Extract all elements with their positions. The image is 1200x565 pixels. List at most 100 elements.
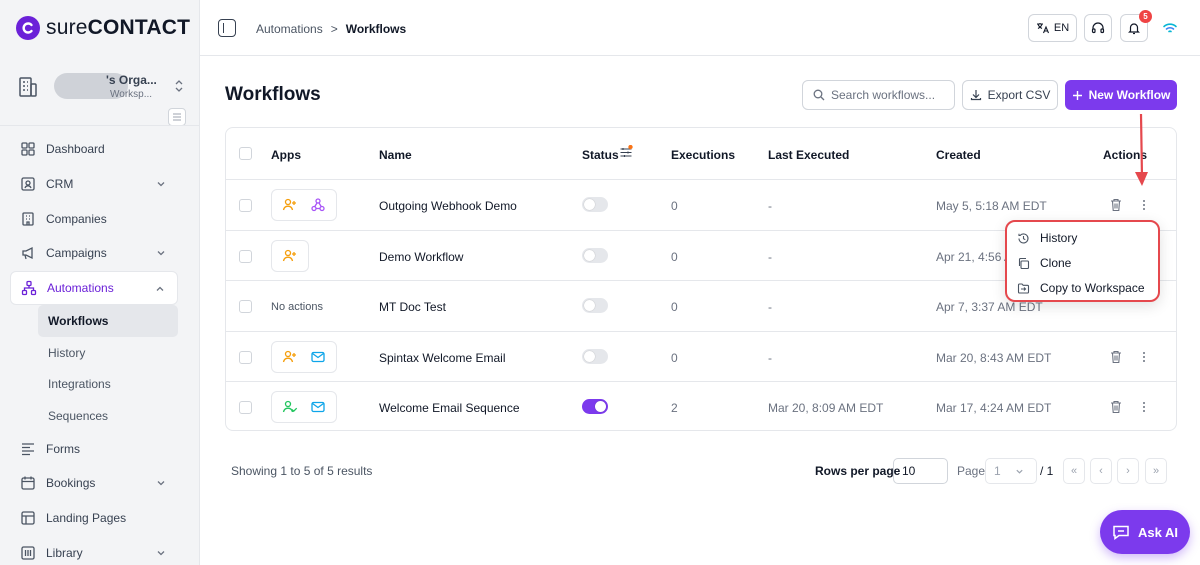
sidebar-subitem-sequences[interactable]: Sequences [38,400,178,432]
no-actions-label: No actions [271,301,323,313]
menu-item-copy-to-workspace[interactable]: Copy to Workspace [1017,278,1145,298]
chevron-updown-icon [174,79,184,96]
column-header-executions[interactable]: Executions [671,148,735,162]
sidebar-subitem-integrations[interactable]: Integrations [38,368,178,400]
sidebar-item-automations[interactable]: Automations [10,270,178,306]
breadcrumb-parent[interactable]: Automations [256,22,323,36]
trash-icon[interactable] [1110,198,1122,212]
building-icon [22,212,34,226]
previous-page-button[interactable]: ‹ [1090,458,1112,484]
sidebar-item-label: Library [46,545,83,560]
more-actions-icon[interactable] [1140,348,1148,366]
column-header-last-executed[interactable]: Last Executed [768,148,849,162]
new-workflow-button[interactable]: New Workflow [1065,80,1177,110]
sidebar-item-library[interactable]: Library [10,536,178,565]
bell-icon [1128,23,1140,35]
breadcrumb: Automations > Workflows [256,22,406,36]
last-executed: - [768,249,772,264]
created-date: Apr 21, 4:56 A [936,249,1013,264]
filter-icon[interactable] [619,144,633,162]
trash-icon[interactable] [1110,400,1122,414]
workflow-name[interactable]: MT Doc Test [379,300,446,314]
more-actions-icon[interactable] [1140,398,1148,416]
menu-item-history[interactable]: History [1017,228,1077,248]
megaphone-icon [22,247,33,260]
sidebar-item-label: Bookings [46,476,96,491]
wifi-icon[interactable] [1162,20,1178,39]
sidebar-item-forms[interactable]: Forms [10,431,178,466]
sidebar-subitem-history[interactable]: History [38,337,178,369]
sidebar-divider [0,125,200,126]
last-executed: - [768,300,772,314]
status-toggle[interactable] [582,348,608,364]
sidebar-item-dashboard[interactable]: Dashboard [10,132,178,167]
sidebar-item-crm[interactable]: CRM [10,167,178,202]
more-actions-icon[interactable] [1140,196,1148,214]
sidebar-item-bookings[interactable]: Bookings [10,466,178,501]
next-page-button[interactable]: › [1117,458,1139,484]
chevron-down-icon [157,550,165,555]
language-button[interactable]: EN [1028,14,1077,42]
ask-ai-button[interactable]: Ask AI [1100,510,1190,554]
brand-logo[interactable]: sureCONTACT [16,16,190,40]
row-checkbox[interactable] [239,199,252,212]
toggle-sidebar-icon[interactable] [218,19,236,37]
export-csv-button[interactable]: Export CSV [962,80,1058,110]
menu-item-clone[interactable]: Clone [1017,253,1071,273]
export-label: Export CSV [987,88,1051,102]
workflow-name[interactable]: Demo Workflow [379,250,463,264]
ask-ai-label: Ask AI [1138,524,1178,540]
first-page-button[interactable]: « [1063,458,1085,484]
column-header-created[interactable]: Created [936,148,981,162]
status-toggle[interactable] [582,197,608,212]
status-toggle[interactable] [582,399,608,414]
sidebar-subitem-workflows[interactable]: Workflows [38,305,178,337]
status-toggle[interactable] [582,298,608,313]
user-add-icon [280,347,300,367]
column-header-status[interactable]: Status [582,148,619,162]
webhook-icon [308,195,328,215]
plus-icon [1072,90,1082,100]
folder-import-icon [1017,282,1030,294]
user-add-icon [280,195,300,215]
table-row[interactable]: Spintax Welcome Email 0 - Mar 20, 8:43 A… [226,332,1176,382]
table-row[interactable]: Welcome Email Sequence 2 Mar 20, 8:09 AM… [226,382,1176,433]
created-date: Apr 7, 3:37 AM EDT [936,300,1043,314]
chevron-up-icon [156,286,164,291]
sidebar-item-companies[interactable]: Companies [10,201,178,236]
history-icon [1018,232,1029,244]
row-checkbox[interactable] [239,249,252,263]
column-header-name[interactable]: Name [379,148,412,162]
support-button[interactable] [1084,14,1112,42]
headset-icon [1091,22,1105,34]
collapse-sidebar-button[interactable] [168,108,186,126]
row-checkbox[interactable] [239,401,252,414]
rows-per-page-input[interactable]: 10 [893,458,948,484]
status-toggle[interactable] [582,247,608,263]
sidebar-item-landing-pages[interactable]: Landing Pages [10,501,178,536]
sidebar-nav: Dashboard CRM Companies Campaigns Automa… [10,132,178,565]
workflow-name[interactable]: Outgoing Webhook Demo [379,199,517,213]
column-header-apps: Apps [271,148,301,162]
page-select[interactable]: 1 [985,458,1037,484]
sidebar-item-campaigns[interactable]: Campaigns [10,236,178,271]
search-input[interactable] [831,88,941,102]
organization-switcher[interactable]: 's Orga... Worksp... [16,66,184,108]
brand-name: sureCONTACT [46,16,191,39]
executions-count: 2 [671,401,678,415]
search-box[interactable] [802,80,955,110]
last-page-button[interactable]: » [1145,458,1167,484]
sidebar: sureCONTACT 's Orga... Worksp... Dashboa… [0,0,200,565]
select-all-checkbox[interactable] [239,147,252,160]
executions-count: 0 [671,249,678,264]
results-summary: Showing 1 to 5 of 5 results [231,464,373,478]
workflow-name[interactable]: Spintax Welcome Email [379,351,506,365]
copy-icon [1018,257,1030,269]
executions-count: 0 [671,300,678,314]
row-checkbox[interactable] [239,350,252,364]
trash-icon[interactable] [1110,350,1122,364]
workflow-name[interactable]: Welcome Email Sequence [379,401,520,415]
notifications-button[interactable]: 5 [1120,10,1152,42]
row-checkbox[interactable] [239,300,252,313]
contact-card-icon [21,177,35,191]
